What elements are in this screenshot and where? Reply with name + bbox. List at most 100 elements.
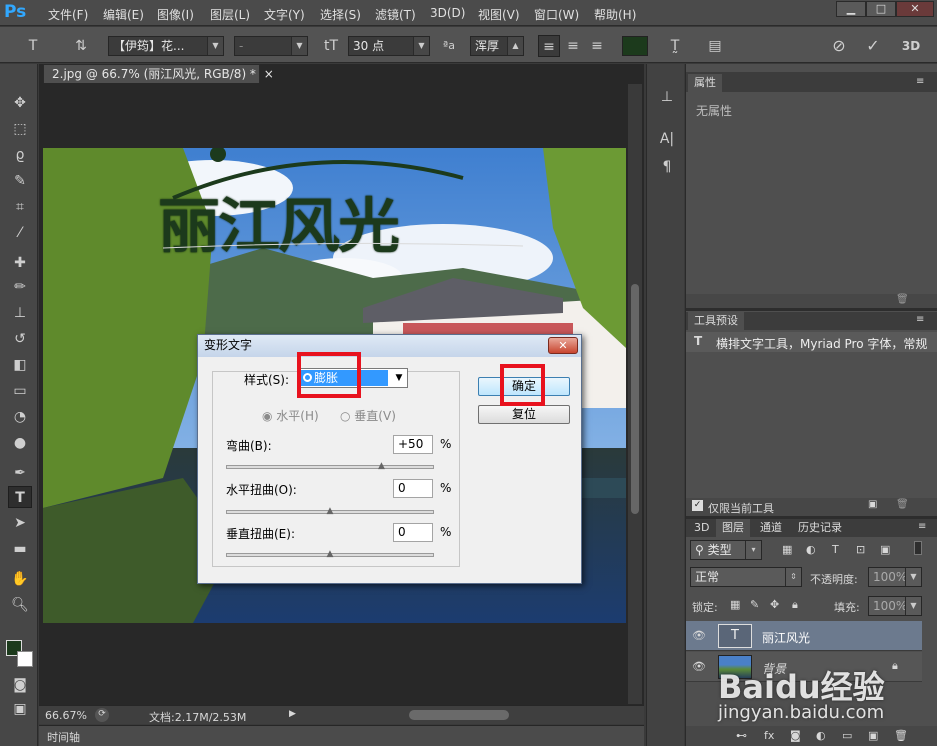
hand-tool-icon[interactable]: ✋ — [8, 568, 32, 590]
character-panel-icon[interactable]: ▤ — [704, 35, 726, 57]
layer-filter-select[interactable]: ⚲ 类型 ▾ — [690, 540, 762, 560]
marquee-tool-icon[interactable]: ⬚ — [8, 118, 32, 140]
vertical-scrollbar[interactable] — [628, 84, 642, 704]
scrollbar-thumb[interactable] — [631, 284, 639, 514]
layer-name[interactable]: 丽江风光 — [762, 629, 810, 646]
menu-help[interactable]: 帮助(H) — [594, 6, 636, 23]
minimize-button[interactable]: ▁ — [836, 1, 866, 17]
menu-layer[interactable]: 图层(L) — [210, 6, 250, 23]
visibility-eye-icon[interactable]: 👁︎ — [692, 629, 706, 642]
brush-tool-icon[interactable]: ✏ — [8, 276, 32, 298]
menu-view[interactable]: 视图(V) — [478, 6, 520, 23]
align-right-icon[interactable]: ≡ — [586, 35, 608, 57]
trash-icon[interactable]: 🗑︎ — [894, 729, 908, 742]
text-color-swatch[interactable] — [622, 36, 648, 56]
type-tool-icon[interactable]: T — [8, 486, 32, 508]
reset-button[interactable]: 复位 — [478, 405, 570, 424]
adjustment-filter-icon[interactable]: ◐ — [806, 543, 816, 556]
dialog-titlebar[interactable]: 变形文字 — [198, 335, 581, 357]
tab-3d[interactable]: 3D — [688, 519, 715, 537]
lock-all-icon[interactable]: 🔒︎ — [792, 598, 798, 612]
tab-layers[interactable]: 图层 — [716, 519, 750, 537]
status-menu-arrow-icon[interactable]: ▶ — [289, 709, 296, 719]
antialias-select[interactable]: 浑厚 ▲ — [470, 36, 524, 56]
zoom-level[interactable]: 66.67% — [45, 709, 87, 722]
type-filter-icon[interactable]: T — [832, 543, 839, 556]
move-tool-icon[interactable]: ✥ — [8, 92, 32, 114]
panel-menu-icon[interactable]: ≡ — [916, 76, 924, 87]
new-preset-icon[interactable]: ▣ — [868, 499, 877, 510]
horizontal-distortion-slider[interactable]: ▲ — [226, 506, 434, 516]
quick-mask-icon[interactable]: ◙ — [8, 674, 32, 696]
pen-tool-icon[interactable]: ✒ — [8, 462, 32, 484]
timeline-tab[interactable]: 时间轴 — [47, 729, 80, 745]
current-tool-checkbox[interactable]: ✓ — [692, 500, 703, 511]
bend-slider-thumb[interactable]: ▲ — [377, 461, 387, 471]
close-button[interactable]: ✕ — [896, 1, 934, 17]
vertical-distortion-slider[interactable]: ▲ — [226, 549, 434, 559]
opacity-input[interactable]: 100% ▼ — [868, 567, 922, 587]
layer-row-text[interactable]: 👁︎ T 丽江风光 — [686, 621, 922, 651]
dodge-tool-icon[interactable]: ● — [8, 432, 32, 454]
menu-file[interactable]: 文件(F) — [48, 6, 88, 23]
menu-select[interactable]: 选择(S) — [320, 6, 361, 23]
menu-3d[interactable]: 3D(D) — [430, 6, 465, 20]
lock-transparency-icon[interactable]: ▦ — [730, 598, 740, 611]
tab-history[interactable]: 历史记录 — [792, 519, 848, 537]
link-layers-icon[interactable]: ⊷ — [736, 729, 747, 742]
lock-position-icon[interactable]: ✥ — [770, 598, 779, 611]
horizontal-distortion-input[interactable]: 0 — [393, 479, 433, 498]
zoom-tool-icon[interactable]: 🔍︎ — [8, 594, 32, 616]
healing-brush-icon[interactable]: ✚ — [8, 252, 32, 274]
quick-select-tool-icon[interactable]: ✎ — [8, 170, 32, 192]
smart-object-filter-icon[interactable]: ▣ — [880, 543, 890, 556]
crop-tool-icon[interactable]: ⌗ — [8, 196, 32, 218]
tab-properties[interactable]: 属性 — [688, 74, 722, 92]
background-color-swatch[interactable] — [17, 651, 33, 667]
history-brush-icon[interactable]: ↺ — [8, 328, 32, 350]
menu-image[interactable]: 图像(I) — [157, 6, 194, 23]
panel-menu-icon[interactable]: ≡ — [918, 521, 926, 532]
shape-tool-icon[interactable]: ▬ — [8, 538, 32, 560]
character-icon[interactable]: A| — [655, 128, 679, 150]
panel-menu-icon[interactable]: ≡ — [916, 314, 924, 325]
hdist-slider-thumb[interactable]: ▲ — [325, 506, 335, 516]
pixel-filter-icon[interactable]: ▦ — [782, 543, 792, 556]
lasso-tool-icon[interactable]: ϱ — [8, 144, 32, 166]
stamp-preset-icon[interactable]: ⊥ — [655, 86, 679, 108]
paragraph-icon[interactable]: ¶ — [655, 156, 679, 178]
cancel-icon[interactable]: ⊘ — [828, 35, 850, 57]
blur-tool-icon[interactable]: ◔ — [8, 406, 32, 428]
font-size-select[interactable]: 30 点 ▼ — [348, 36, 430, 56]
menu-type[interactable]: 文字(Y) — [264, 6, 305, 23]
trash-icon[interactable]: 🗑︎ — [896, 499, 909, 510]
visibility-eye-icon[interactable]: 👁︎ — [692, 660, 706, 673]
bend-slider[interactable]: ▲ — [226, 461, 434, 471]
gradient-tool-icon[interactable]: ▭ — [8, 380, 32, 402]
font-style-select[interactable]: - ▼ — [234, 36, 308, 56]
eraser-tool-icon[interactable]: ◧ — [8, 354, 32, 376]
close-tab-icon[interactable]: × — [264, 67, 274, 81]
horizontal-scrollbar-thumb[interactable] — [409, 710, 509, 720]
dialog-close-button[interactable]: ✕ — [548, 337, 578, 354]
vertical-distortion-input[interactable]: 0 — [393, 523, 433, 542]
tool-preset-item[interactable]: T 横排文字工具，Myriad Pro 字体，常规 — [686, 332, 937, 352]
tab-channels[interactable]: 通道 — [754, 519, 788, 537]
stamp-tool-icon[interactable]: ⊥ — [8, 302, 32, 324]
maximize-button[interactable]: □ — [866, 1, 896, 17]
menu-window[interactable]: 窗口(W) — [534, 6, 579, 23]
eyedropper-tool-icon[interactable]: ⁄ — [8, 222, 32, 244]
fx-icon[interactable]: fx — [764, 729, 774, 742]
warp-text-icon[interactable]: T̰ — [664, 35, 686, 57]
lock-paint-icon[interactable]: ✎ — [750, 598, 759, 611]
3d-icon[interactable]: 3D — [900, 35, 922, 57]
commit-check-icon[interactable]: ✓ — [862, 35, 884, 57]
toggle-orientation-icon[interactable]: ⇅ — [70, 35, 92, 57]
vdist-slider-thumb[interactable]: ▲ — [325, 549, 335, 559]
horizontal-radio[interactable]: ◉ 水平(H) — [262, 407, 319, 424]
blend-mode-select[interactable]: 正常 ⇕ — [690, 567, 802, 587]
fill-input[interactable]: 100% ▼ — [868, 596, 922, 616]
bend-input[interactable]: +50 — [393, 435, 433, 454]
type-tool-icon[interactable]: T — [22, 35, 44, 57]
document-tab[interactable]: 2.jpg @ 66.7% (丽江风光, RGB/8) * × — [43, 64, 274, 83]
